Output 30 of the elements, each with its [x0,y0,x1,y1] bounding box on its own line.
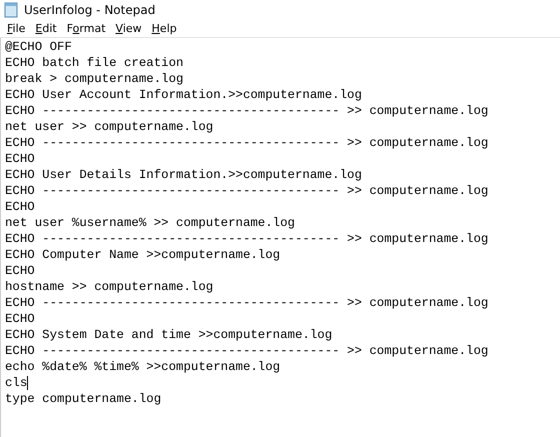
code-line: ECHO ---------------------------------------- >> computername.log [5,135,488,151]
menu-item[interactable]: Help [146,21,182,36]
code-line: type computername.log [5,391,162,407]
code-line: ECHO batch file creation [5,55,184,71]
code-line: ECHO [5,263,35,279]
menu-item[interactable]: Format [62,21,111,36]
code-line: cls [5,375,28,391]
menu-item[interactable]: File [2,21,30,36]
code-line: net user >> computername.log [5,119,214,135]
code-line: ECHO [5,199,35,215]
code-line: ECHO ---------------------------------------- >> computername.log [5,231,488,247]
code-line: ECHO ---------------------------------------- >> computername.log [5,103,488,119]
code-line: break > computername.log [5,71,184,87]
code-line: net user %username% >> computername.log [5,215,295,231]
notepad-icon [4,2,18,18]
window-title: UserInfolog - Notepad [24,3,156,17]
code-line: ECHO ---------------------------------------- >> computername.log [5,295,488,311]
code-line: ECHO ---------------------------------------- >> computername.log [5,183,488,199]
code-line: echo %date% %time% >>computername.log [5,359,280,375]
code-line: ECHO User Account Information.>>computername.log [5,87,362,103]
code-line: ECHO System Date and time >>computername.log [5,327,332,343]
menu-item[interactable]: View [110,21,147,36]
code-line: ECHO [5,311,35,327]
menu-item[interactable]: Edit [30,21,62,36]
code-line: ECHO Computer Name >>computername.log [5,247,280,263]
code-line: ECHO User Details Information.>>computername.log [5,167,362,183]
code-line: ECHO ---------------------------------------- >> computername.log [5,343,488,359]
code-line: @ECHO OFF [5,39,72,55]
code-line: ECHO [5,151,35,167]
code-line: hostname >> computername.log [5,279,214,295]
